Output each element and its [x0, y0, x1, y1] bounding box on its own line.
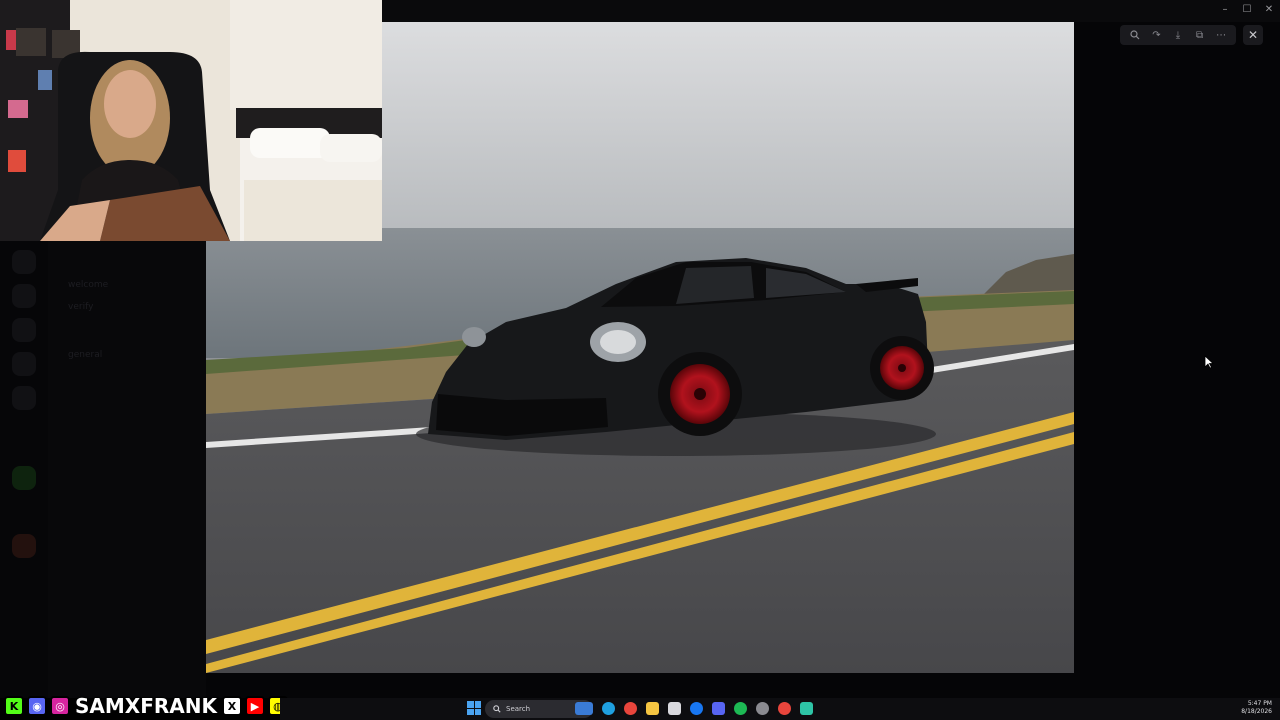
x-icon: X: [221, 696, 242, 716]
server-rail: [0, 240, 48, 698]
zoom-in-icon[interactable]: [1127, 27, 1143, 43]
minimize-icon[interactable]: –: [1218, 3, 1232, 17]
search-icon: [493, 705, 501, 713]
widgets-icon[interactable]: [575, 702, 593, 715]
open-external-icon[interactable]: ⧉: [1192, 27, 1208, 43]
maximize-icon[interactable]: ☐: [1240, 3, 1254, 17]
close-viewer-button[interactable]: ✕: [1243, 25, 1263, 45]
window-title-bar: – ☐ ✕: [382, 0, 1280, 22]
file-explorer-icon[interactable]: [646, 702, 659, 715]
download-icon[interactable]: ⤓: [1170, 27, 1186, 43]
social-media-banner: K ◉ ◎ SAMXFRANK X ▶ ◍: [0, 692, 288, 720]
server-icon[interactable]: [12, 318, 36, 342]
server-icon[interactable]: [12, 534, 36, 558]
mouse-cursor-icon: [1204, 355, 1214, 369]
channel-item[interactable]: general: [68, 350, 102, 360]
channel-item[interactable]: verify: [68, 302, 93, 312]
system-clock[interactable]: 5:47 PM 8/18/2026: [1241, 700, 1272, 716]
clock-time: 5:47 PM: [1247, 700, 1272, 707]
server-icon[interactable]: [12, 250, 36, 274]
forward-icon[interactable]: ↷: [1148, 27, 1164, 43]
kick-icon: K: [4, 696, 24, 716]
youtube-icon: ▶: [244, 696, 265, 716]
streamer-webcam: [0, 0, 382, 241]
social-handle: SAMXFRANK: [74, 693, 217, 719]
clock-date: 8/18/2026: [1241, 708, 1272, 715]
more-icon[interactable]: ⋯: [1213, 27, 1229, 43]
chrome-alt-icon[interactable]: [778, 702, 791, 715]
channel-item[interactable]: welcome: [68, 280, 108, 290]
facebook-icon[interactable]: [690, 702, 703, 715]
webcam-overlay: [0, 0, 382, 241]
server-icon[interactable]: [12, 386, 36, 410]
close-icon: ✕: [1247, 28, 1259, 42]
taskbar: Search 5:47 PM 8/18/2026: [280, 698, 1280, 720]
discord-taskbar-icon[interactable]: [712, 702, 725, 715]
chrome-icon[interactable]: [624, 702, 637, 715]
app-icon[interactable]: [800, 702, 813, 715]
store-icon[interactable]: [668, 702, 681, 715]
server-icon[interactable]: [12, 352, 36, 376]
server-icon[interactable]: [12, 284, 36, 308]
search-placeholder: Search: [506, 705, 531, 713]
settings-icon[interactable]: [756, 702, 769, 715]
channel-list: welcome verify general: [48, 240, 206, 698]
discord-icon: ◉: [27, 696, 47, 716]
window-close-icon[interactable]: ✕: [1262, 3, 1276, 17]
instagram-icon: ◎: [50, 696, 70, 716]
viewer-toolbar: ↷ ⤓ ⧉ ⋯: [1120, 25, 1236, 45]
spotify-icon[interactable]: [734, 702, 747, 715]
edge-icon[interactable]: [602, 702, 615, 715]
server-icon[interactable]: [12, 466, 36, 490]
start-button[interactable]: [467, 701, 481, 715]
